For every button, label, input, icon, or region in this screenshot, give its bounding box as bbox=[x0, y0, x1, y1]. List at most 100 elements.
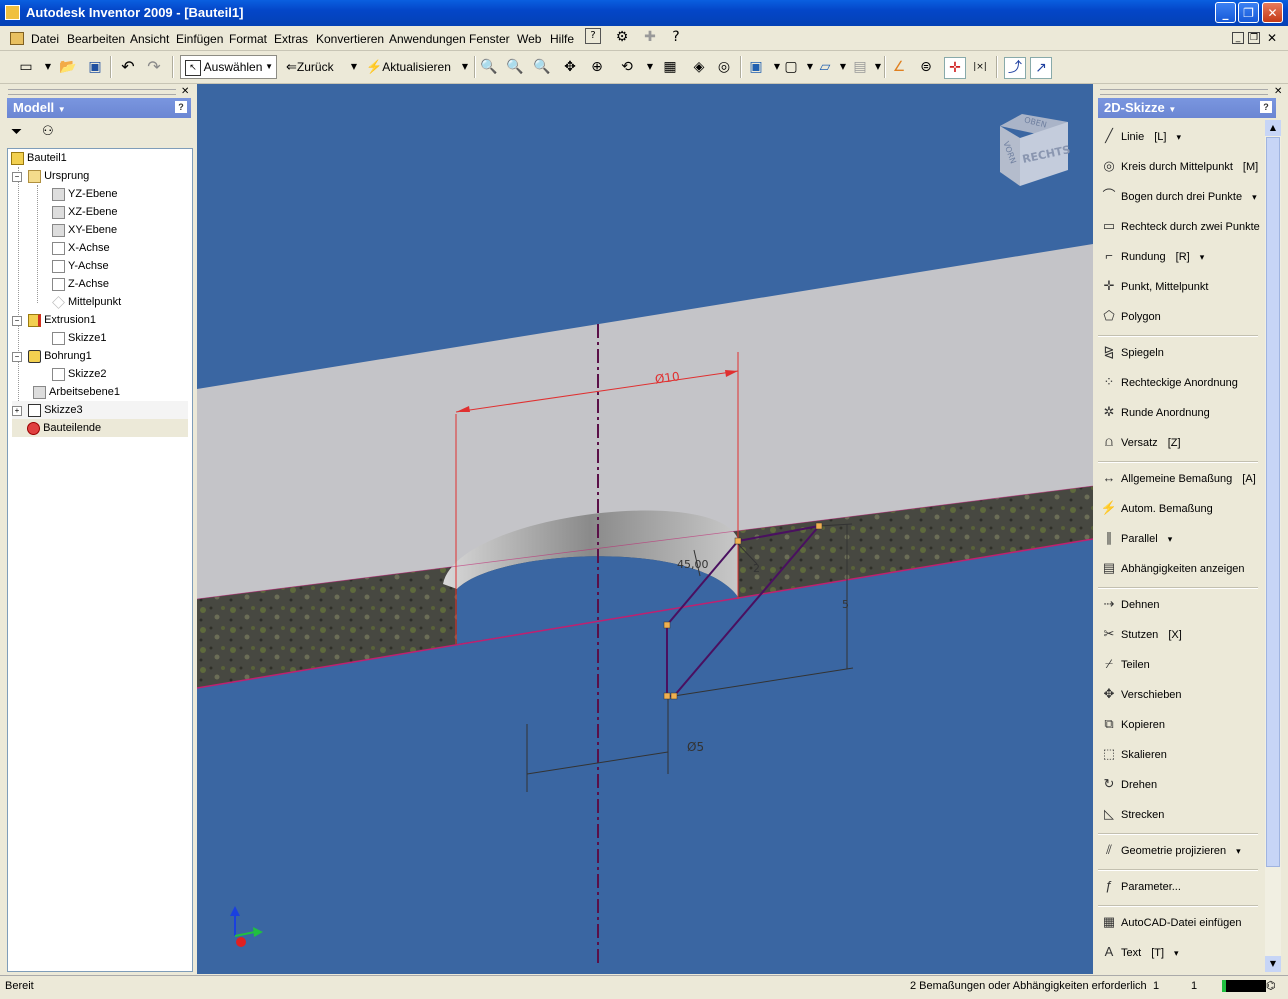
browser-help-icon[interactable]: ? bbox=[175, 101, 187, 113]
tree-item-z-achse[interactable]: Z-Achse bbox=[52, 275, 109, 293]
menu-konvertieren[interactable]: Konvertieren bbox=[316, 32, 384, 46]
command-mirror[interactable]: ⧎ Spiegeln bbox=[1100, 338, 1164, 366]
open-file-icon[interactable]: 📂 bbox=[58, 57, 78, 77]
command-dropdown-icon[interactable]: ▾ bbox=[1174, 948, 1179, 958]
command-dropdown-icon[interactable]: ▾ bbox=[1168, 534, 1173, 544]
update-dropdown-icon[interactable]: ▼ bbox=[455, 57, 475, 77]
command-dropdown-icon[interactable]: ▾ bbox=[1176, 132, 1181, 142]
tree-item-ursprung[interactable]: − Ursprung bbox=[12, 167, 89, 185]
back-button[interactable]: ⇐Zurück bbox=[286, 57, 334, 77]
command-offset[interactable]: ⩍ Versatz [Z] bbox=[1100, 428, 1181, 456]
section-icon[interactable]: ▤ bbox=[850, 57, 870, 77]
zoom-all-icon[interactable]: 🔍 bbox=[479, 57, 499, 77]
dimension-small[interactable]: 2 bbox=[753, 562, 760, 575]
dimension-toggle-icon[interactable]: |×| bbox=[970, 57, 990, 77]
shaded-display-icon[interactable]: ◈ bbox=[689, 57, 709, 77]
select-combo[interactable]: ↖ Auswählen ▼ bbox=[180, 55, 277, 79]
camera-icon[interactable]: ▢ bbox=[781, 57, 801, 77]
command-point[interactable]: ✛ Punkt, Mittelpunkt bbox=[1100, 272, 1209, 300]
scroll-thumb[interactable] bbox=[1266, 137, 1280, 867]
menu-anwendungen[interactable]: Anwendungen bbox=[389, 32, 466, 46]
panel-scrollbar[interactable]: ▲ ▼ bbox=[1265, 120, 1281, 972]
tree-item-bauteil1[interactable]: Bauteil1 bbox=[11, 149, 67, 167]
menu-datei[interactable]: Datei bbox=[31, 32, 59, 46]
view-cube[interactable]: OBEN VORN RECHTS bbox=[1000, 114, 1072, 186]
return-icon[interactable]: ↗ bbox=[1030, 57, 1052, 79]
tree-item-skizze2[interactable]: Skizze2 bbox=[52, 365, 107, 383]
command-fillet[interactable]: ⌐ Rundung [R] ▾ bbox=[1100, 242, 1204, 270]
dimension-height[interactable]: 5 bbox=[842, 598, 849, 611]
collapse-icon[interactable]: − bbox=[12, 172, 22, 182]
browser-close-icon[interactable]: ✕ bbox=[181, 86, 189, 97]
command-move[interactable]: ✥ Verschieben bbox=[1100, 680, 1182, 708]
command-circ-pattern[interactable]: ✲ Runde Anordnung bbox=[1100, 398, 1210, 426]
zoom-window-icon[interactable]: 🔍 bbox=[505, 57, 525, 77]
command-rectangle[interactable]: ▭ Rechteck durch zwei Punkte bbox=[1100, 212, 1260, 240]
command-split[interactable]: ⌿ Teilen bbox=[1100, 650, 1150, 678]
scroll-up-icon[interactable]: ▲ bbox=[1265, 120, 1281, 136]
command-scale[interactable]: ⬚ Skalieren bbox=[1100, 740, 1167, 768]
menu-web[interactable]: Web bbox=[517, 32, 541, 46]
minimize-button[interactable]: _ bbox=[1215, 2, 1236, 23]
menu-extras[interactable]: Extras bbox=[274, 32, 308, 46]
tree-item-bohrung1[interactable]: − Bohrung1 bbox=[12, 347, 92, 365]
new-file-icon[interactable]: ▭ bbox=[16, 57, 36, 77]
sketch-point[interactable] bbox=[663, 692, 671, 700]
center-point-icon[interactable]: ✛ bbox=[944, 57, 966, 79]
view-cube-icon[interactable]: ▣ bbox=[746, 57, 766, 77]
redo-icon[interactable]: ↷ bbox=[144, 57, 164, 77]
doc-restore-button[interactable]: ❐ bbox=[1248, 32, 1260, 44]
close-button[interactable]: ✕ bbox=[1262, 2, 1283, 23]
tree-item-y-achse[interactable]: Y-Achse bbox=[52, 257, 109, 275]
tree-item-xy-ebene[interactable]: XY-Ebene bbox=[52, 221, 117, 239]
command-dropdown-icon[interactable]: ▾ bbox=[1252, 192, 1257, 202]
dimension-angle[interactable]: 45,00 bbox=[677, 558, 709, 571]
panel-help-icon[interactable]: ? bbox=[1260, 101, 1272, 113]
zoom-selected-icon[interactable]: ⊕ bbox=[587, 57, 607, 77]
browser-grip[interactable] bbox=[8, 89, 176, 95]
tree-item-x-achse[interactable]: X-Achse bbox=[52, 239, 110, 257]
orbit-dropdown-icon[interactable]: ▼ bbox=[640, 57, 660, 77]
collapse-icon[interactable]: − bbox=[12, 352, 22, 362]
document-icon[interactable] bbox=[10, 32, 24, 45]
update-button[interactable]: ⚡Aktualisieren bbox=[366, 57, 451, 77]
command-circle[interactable]: ◎ Kreis durch Mittelpunkt [M] bbox=[1100, 152, 1258, 180]
doc-close-button[interactable]: ✕ bbox=[1266, 32, 1278, 44]
command-copy[interactable]: ⧉ Kopieren bbox=[1100, 710, 1165, 738]
command-stretch[interactable]: ◺ Strecken bbox=[1100, 800, 1164, 828]
tree-item-bauteilende[interactable]: Bauteilende bbox=[12, 419, 188, 437]
panel-close-icon[interactable]: ✕ bbox=[1274, 86, 1282, 97]
command-project-geometry[interactable]: ⫽ Geometrie projizieren ▾ bbox=[1100, 836, 1241, 864]
command-trim[interactable]: ✂ Stutzen [X] bbox=[1100, 620, 1182, 648]
slice-graphics-icon[interactable]: ⊜ bbox=[916, 57, 936, 77]
scroll-down-icon[interactable]: ▼ bbox=[1265, 956, 1281, 972]
sketch-point[interactable] bbox=[734, 537, 742, 545]
command-dimension[interactable]: ↔ Allgemeine Bemaßung [A] bbox=[1100, 464, 1256, 492]
tree-item-mittelpunkt[interactable]: Mittelpunkt bbox=[52, 293, 121, 311]
tree-item-skizze1[interactable]: Skizze1 bbox=[52, 329, 107, 347]
whats-this-icon[interactable]: ? bbox=[666, 27, 686, 47]
orbit-icon[interactable]: ⟲ bbox=[617, 57, 637, 77]
graphics-viewport[interactable]: Ø10 45,00 2 5 Ø5 OBEN VORN RECHTS bbox=[197, 84, 1093, 974]
expand-icon[interactable]: + bbox=[12, 406, 22, 416]
panel-header[interactable]: 2D-Skizze ▼ ? bbox=[1098, 98, 1276, 118]
pan-icon[interactable]: ✥ bbox=[560, 57, 580, 77]
browser-header[interactable]: Modell ▼ ? bbox=[7, 98, 191, 118]
look-at-icon[interactable]: ▦ bbox=[660, 57, 680, 77]
menu-format[interactable]: Format bbox=[229, 32, 267, 46]
save-icon[interactable]: ▣ bbox=[85, 57, 105, 77]
menu-ansicht[interactable]: Ansicht bbox=[130, 32, 169, 46]
help-icon[interactable]: ? bbox=[585, 28, 601, 44]
new-dropdown-icon[interactable]: ▼ bbox=[38, 57, 58, 77]
sketch-point[interactable] bbox=[663, 621, 671, 629]
undo-icon[interactable]: ↶ bbox=[118, 57, 138, 77]
command-line[interactable]: ╱ Linie [L] ▾ bbox=[1100, 122, 1181, 150]
tree-item-arbeitsebene1[interactable]: Arbeitsebene1 bbox=[33, 383, 120, 401]
dimension-diameter-bottom[interactable]: Ø5 bbox=[687, 740, 704, 754]
status-resize-icon[interactable]: ⌬ bbox=[1266, 979, 1276, 992]
sketch-angle-icon[interactable]: ∠ bbox=[889, 57, 909, 77]
command-parameter[interactable]: ƒ Parameter... bbox=[1100, 872, 1181, 900]
tree-item-extrusion1[interactable]: − Extrusion1 bbox=[12, 311, 96, 329]
doc-minimize-button[interactable]: _ bbox=[1232, 32, 1244, 44]
command-auto-dimension[interactable]: ⚡ Autom. Bemaßung bbox=[1100, 494, 1213, 522]
